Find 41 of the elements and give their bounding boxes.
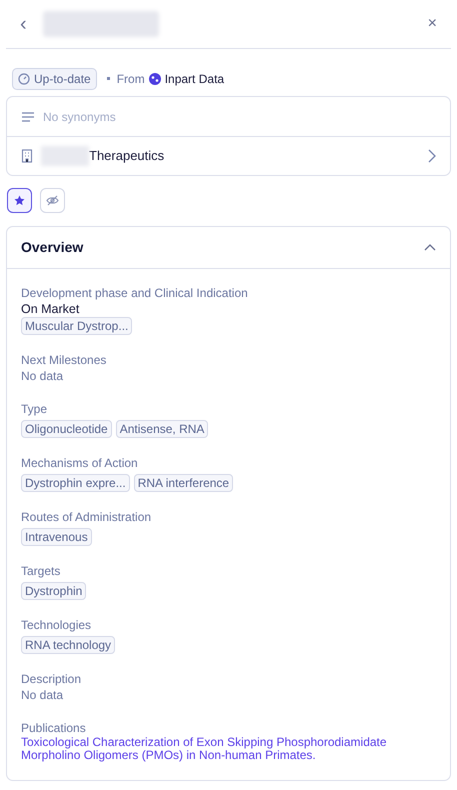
field-label: Description — [21, 671, 82, 687]
clock-icon — [18, 73, 30, 85]
synonyms-text: No synonyms — [43, 108, 116, 126]
tag[interactable]: Oligonucleotide — [21, 420, 112, 438]
status-badge: Up-to-date — [12, 68, 97, 90]
hide-button[interactable] — [40, 188, 65, 213]
chevron-right-icon — [428, 149, 436, 163]
phase-value: On Market — [21, 301, 80, 317]
tag[interactable]: Dystrophin — [21, 582, 86, 600]
field-label: Technologies — [21, 617, 92, 633]
lines-icon — [21, 112, 35, 122]
field-label: Mechanisms of Action — [21, 455, 139, 471]
tag[interactable]: RNA technology — [21, 636, 116, 654]
logo-icon — [148, 73, 161, 85]
provider-name: Inpart Data — [164, 71, 224, 88]
star-button[interactable] — [7, 188, 32, 213]
overview-title: Overview — [21, 238, 84, 257]
company-row[interactable]: Therapeutics — [7, 136, 450, 175]
field-label: Targets — [21, 563, 62, 579]
tag[interactable]: RNA interference — [134, 474, 234, 492]
tag[interactable]: Intravenous — [21, 528, 92, 546]
close-button[interactable]: × — [428, 16, 437, 32]
eye-off-icon — [46, 195, 59, 206]
field-label: Routes of Administration — [21, 509, 152, 525]
field-value: No data — [21, 368, 64, 384]
publication-link[interactable]: Toxicological Characterization of Exon Skipping Phosphorodiamidate Morpholino Oligomers (PMOs) in Non-human Primates. — [21, 736, 436, 762]
star-icon — [14, 195, 25, 206]
tag[interactable]: Antisense, RNA — [116, 420, 208, 438]
building-icon — [21, 149, 33, 163]
collapse-toggle[interactable] — [424, 244, 436, 251]
field-label: Development phase and Clinical Indication — [21, 285, 249, 301]
field-label: Publications — [21, 720, 87, 736]
field-label: Next Milestones — [21, 352, 108, 368]
from-label: From — [116, 71, 145, 88]
chevron-up-icon — [424, 244, 436, 251]
tag[interactable]: Dystrophin expre... — [21, 474, 130, 492]
company-name: Therapeutics — [89, 147, 164, 166]
field-label: Type — [21, 401, 48, 417]
tag[interactable]: Muscular Dystrop... — [21, 317, 132, 335]
back-button[interactable]: ‹ — [20, 14, 27, 34]
field-value: No data — [21, 687, 64, 703]
